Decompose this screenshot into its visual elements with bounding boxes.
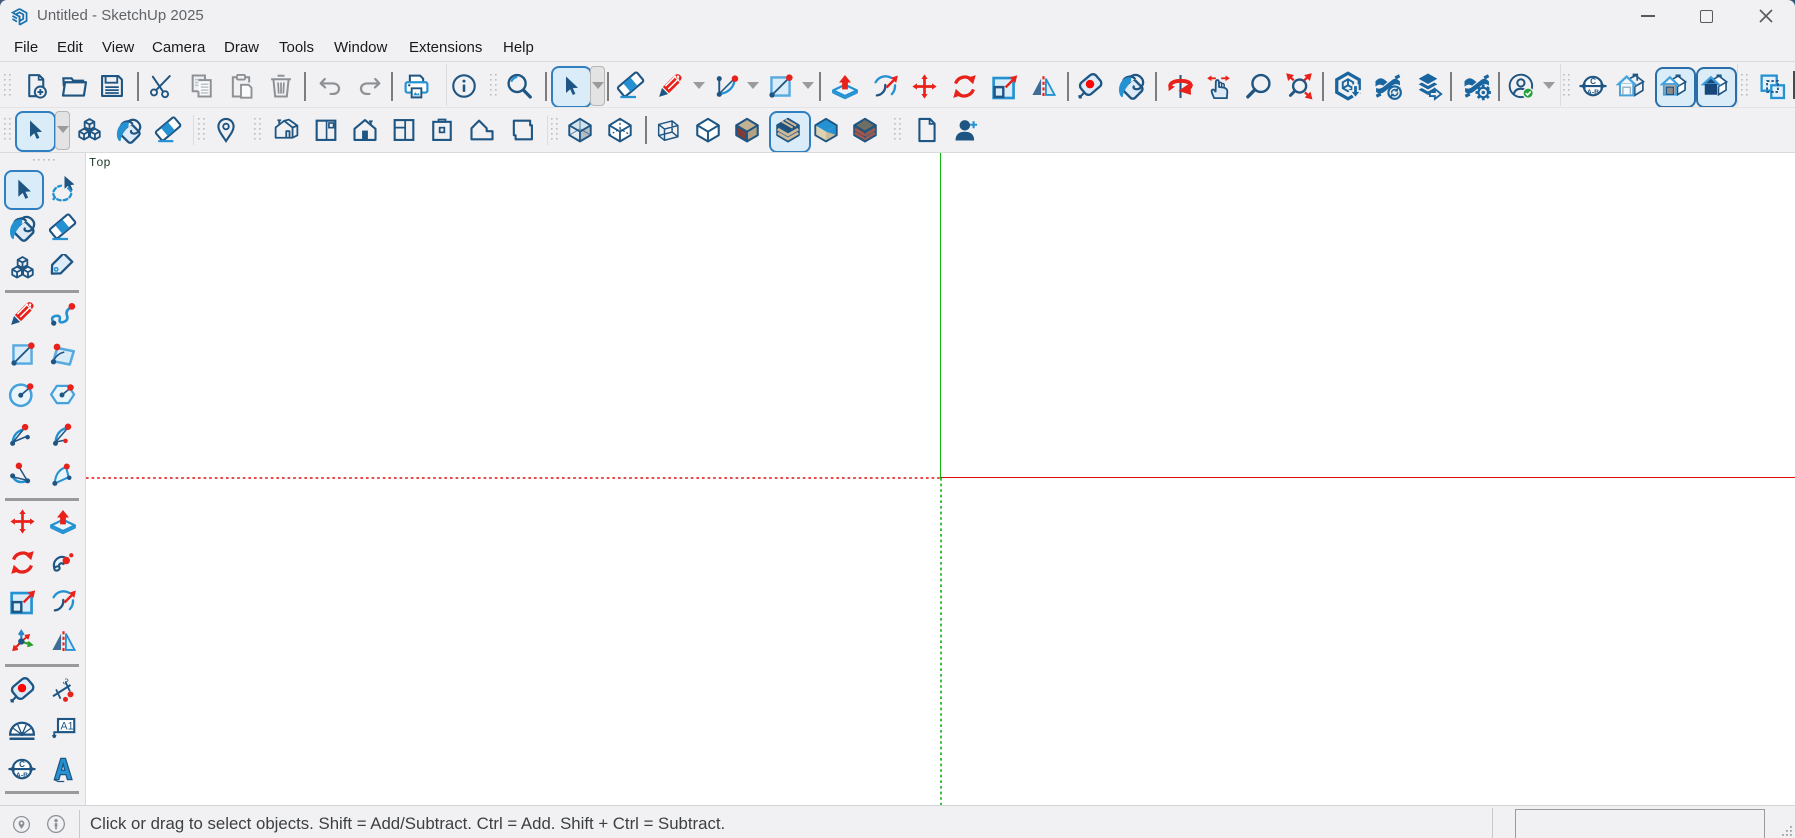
svg-text:A-B: A-B	[16, 772, 28, 779]
svg-text:A1: A1	[61, 721, 74, 733]
svg-text:C: C	[1590, 77, 1596, 86]
svg-text:C: C	[19, 760, 25, 769]
svg-text:A-B: A-B	[1587, 89, 1599, 96]
